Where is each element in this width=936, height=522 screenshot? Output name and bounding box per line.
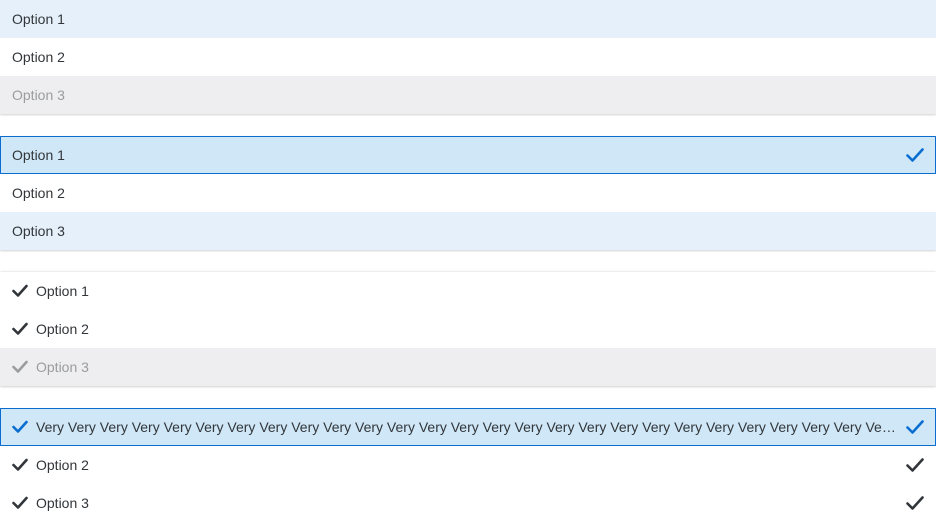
list-1: Option 1 Option 2 Option 3 <box>0 0 936 114</box>
list-item-option-3-disabled: Option 3 <box>0 348 936 386</box>
checkmark-icon <box>12 283 28 299</box>
list-item-label: Option 2 <box>12 185 65 201</box>
list-item-option-2[interactable]: Option 2 <box>0 174 936 212</box>
list-item-option-3-disabled: Option 3 <box>0 76 936 114</box>
list-item-label: Option 2 <box>12 49 65 65</box>
list-item-label: Option 1 <box>12 11 65 27</box>
list-item-option-1[interactable]: Option 1 <box>0 272 936 310</box>
checkmark-icon <box>906 495 924 511</box>
checkmark-icon <box>906 457 924 473</box>
list-item-label: Option 3 <box>36 495 89 511</box>
list-item-option-1-selected[interactable]: Option 1 <box>0 136 936 174</box>
list-item-label: Option 1 <box>12 147 65 163</box>
list-item-option-2[interactable]: Option 2 <box>0 310 936 348</box>
list-item-label: Option 2 <box>36 321 89 337</box>
list-item-label: Very Very Very Very Very Very Very Very … <box>36 419 896 435</box>
list-item-label: Option 1 <box>36 283 89 299</box>
list-item-option-2[interactable]: Option 2 <box>0 38 936 76</box>
list-item-option-3[interactable]: Option 3 <box>0 212 936 250</box>
checkmark-icon <box>12 359 28 375</box>
list-item-label: Option 3 <box>12 223 65 239</box>
list-item-long-selected[interactable]: Very Very Very Very Very Very Very Very … <box>0 408 936 446</box>
checkmark-icon <box>906 419 924 435</box>
list-2: Option 1 Option 2 Option 3 <box>0 136 936 250</box>
list-item-option-3[interactable]: Option 3 <box>0 484 936 522</box>
list-item-label: Option 3 <box>36 359 89 375</box>
checkmark-icon <box>12 457 28 473</box>
checkmark-icon <box>906 147 924 163</box>
checkmark-icon <box>12 321 28 337</box>
list-item-label: Option 3 <box>12 87 65 103</box>
list-item-option-1[interactable]: Option 1 <box>0 0 936 38</box>
list-3: Option 1 Option 2 Option 3 <box>0 272 936 386</box>
list-item-label: Option 2 <box>36 457 89 473</box>
checkmark-icon <box>12 495 28 511</box>
list-item-option-2[interactable]: Option 2 <box>0 446 936 484</box>
checkmark-icon <box>12 419 28 435</box>
list-4: Very Very Very Very Very Very Very Very … <box>0 408 936 522</box>
